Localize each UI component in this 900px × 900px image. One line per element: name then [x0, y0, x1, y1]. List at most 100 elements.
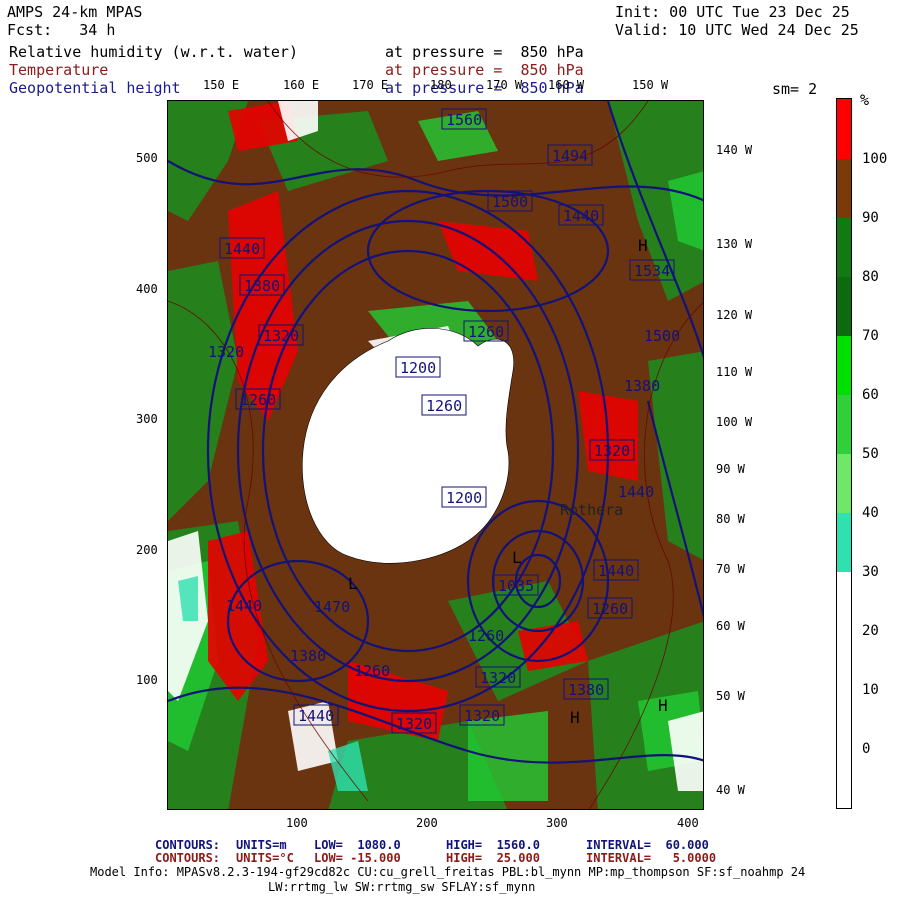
low-marker: L	[348, 574, 358, 593]
station-label: Rothera	[560, 501, 623, 519]
footer-height-high: HIGH= 1560.0	[446, 838, 540, 852]
map-panel: 1560 1494 1440 1534 1440 1500 1380 1320 …	[167, 100, 704, 810]
contour-label: 1380	[244, 277, 280, 295]
model-info-line2: LW:rrtmg_lw SW:rrtmg_sw SFLAY:sf_mynn	[268, 880, 536, 894]
footer-temp-interval: INTERVAL= 5.0000	[586, 851, 717, 865]
colorbar-segment	[837, 99, 851, 159]
footer-temp-label: CONTOURS:	[155, 851, 221, 865]
colorbar-segment	[837, 336, 851, 395]
contour-label: 1500	[644, 327, 680, 345]
contour-label: 1440	[226, 597, 262, 615]
high-marker: H	[658, 696, 668, 715]
contour-label: 1380	[568, 681, 604, 699]
contour-label: 1440	[598, 562, 634, 580]
footer-temp-units: UNITS=°C	[236, 851, 294, 865]
colorbar-segment	[837, 395, 851, 454]
model-title: AMPS 24-km MPAS	[7, 3, 143, 21]
lon-label-right: 80 W	[716, 512, 745, 526]
init-time: Init: 00 UTC Tue 23 Dec 25	[615, 3, 850, 21]
lon-label-right: 130 W	[716, 237, 753, 251]
lon-label-right: 40 W	[716, 783, 745, 797]
colorbar-label: 0	[862, 741, 871, 757]
colorbar-label: 40	[862, 505, 879, 521]
lon-label-top: 150 E	[203, 78, 240, 92]
lon-label-right: 90 W	[716, 462, 745, 476]
contour-label: 1320	[263, 327, 299, 345]
footer-height-units: UNITS=m	[236, 838, 287, 852]
valid-time: Valid: 10 UTC Wed 24 Dec 25	[615, 21, 859, 39]
forecast-hour: Fcst: 34 h	[7, 21, 116, 39]
footer-height-interval: INTERVAL= 60.000	[586, 838, 709, 852]
colorbar-unit: %	[860, 91, 870, 109]
contour-label: 1440	[563, 207, 599, 225]
x-tick: 200	[416, 816, 438, 830]
lon-label-right: 60 W	[716, 619, 745, 633]
contour-label: 1560	[446, 111, 482, 129]
contour-label: 1200	[400, 359, 436, 377]
low-marker: L	[512, 548, 522, 567]
x-tick: 300	[546, 816, 568, 830]
contour-label: 1440	[224, 240, 260, 258]
colorbar-label: 50	[862, 446, 879, 462]
contour-label: 1380	[624, 377, 660, 395]
y-tick: 400	[136, 282, 158, 296]
footer-height-low: LOW= 1080.0	[314, 838, 401, 852]
y-tick: 500	[136, 151, 158, 165]
smoothing-label: sm= 2	[772, 80, 818, 98]
lon-label-right: 120 W	[716, 308, 753, 322]
contour-label: 1320	[594, 442, 630, 460]
contour-label: 1534	[634, 262, 670, 280]
contour-label: 1260	[240, 391, 276, 409]
high-marker: H	[570, 708, 580, 727]
colorbar-segment	[837, 277, 851, 336]
map-field-svg: 1560 1494 1440 1534 1440 1500 1380 1320 …	[168, 101, 703, 809]
lon-label-right: 50 W	[716, 689, 745, 703]
field-temp-name: Temperature	[9, 61, 109, 79]
field-temp-level: at pressure = 850 hPa	[385, 61, 584, 79]
model-info-line1: Model Info: MPASv8.2.3-194-gf29cd82c CU:…	[90, 865, 806, 879]
field-height-name: Geopotential height	[9, 79, 181, 97]
footer-temp-high: HIGH= 25.000	[446, 851, 540, 865]
contour-label: 1260	[468, 627, 504, 645]
contour-label: 1440	[298, 707, 334, 725]
colorbar-label: 90	[862, 210, 879, 226]
contour-label: 1500	[492, 193, 528, 211]
contour-label: 1320	[480, 669, 516, 687]
contour-label: 1380	[290, 647, 326, 665]
contour-label: 1260	[426, 397, 462, 415]
contour-label: 1494	[552, 147, 588, 165]
contour-label: 1260	[592, 600, 628, 618]
lon-label-top: 150 W	[632, 78, 669, 92]
lon-label-right: 100 W	[716, 415, 753, 429]
lon-label-top: 160 E	[283, 78, 320, 92]
contour-label: 1260	[468, 323, 504, 341]
lon-label-right: 140 W	[716, 143, 753, 157]
colorbar-label: 10	[862, 682, 879, 698]
colorbar-segment	[837, 572, 851, 808]
colorbar-label: 70	[862, 328, 879, 344]
field-rh-name: Relative humidity (w.r.t. water)	[9, 43, 298, 61]
lon-label-right: 110 W	[716, 365, 753, 379]
y-tick: 200	[136, 543, 158, 557]
colorbar	[836, 98, 852, 809]
contour-label: 1035	[498, 577, 534, 595]
contour-label: 1200	[446, 489, 482, 507]
contour-label: 1320	[208, 343, 244, 361]
lon-label-top: 170 W	[486, 78, 523, 92]
colorbar-label: 60	[862, 387, 879, 403]
colorbar-label: 80	[862, 269, 879, 285]
lon-label-right: 70 W	[716, 562, 745, 576]
colorbar-segment	[837, 159, 851, 218]
x-tick: 100	[286, 816, 308, 830]
colorbar-segment	[837, 218, 851, 277]
footer-height-label: CONTOURS:	[155, 838, 221, 852]
contour-label: 1470	[314, 598, 350, 616]
colorbar-label: 100	[862, 151, 888, 167]
high-marker: H	[638, 236, 648, 255]
colorbar-segment	[837, 513, 851, 572]
weather-map-figure: AMPS 24-km MPAS Fcst: 34 h Init: 00 UTC …	[0, 0, 900, 900]
colorbar-segment	[837, 454, 851, 513]
colorbar-label: 20	[862, 623, 879, 639]
lon-label-top: 160 W	[548, 78, 585, 92]
field-rh-level: at pressure = 850 hPa	[385, 43, 584, 61]
